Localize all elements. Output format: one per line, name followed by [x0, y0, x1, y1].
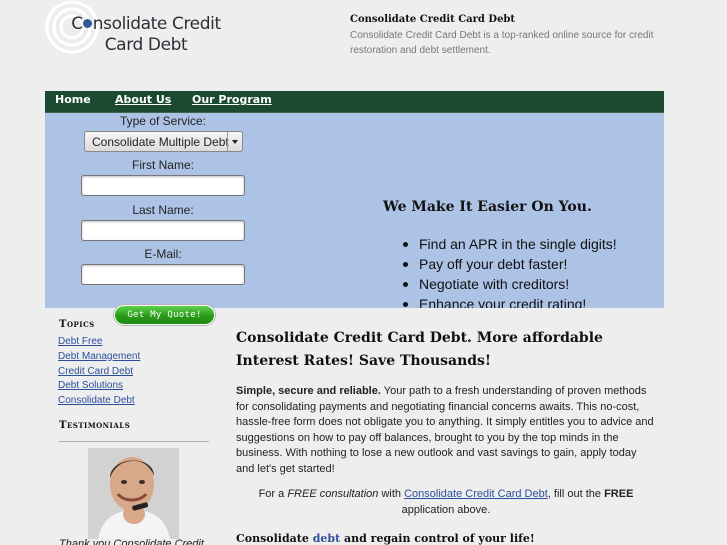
intro-text: Your path to a fresh understanding of pr…: [236, 385, 654, 475]
topic-link-debt-management[interactable]: Debt Management: [58, 351, 140, 362]
email-label: E-Mail:: [144, 247, 182, 261]
person-photo-icon: [88, 448, 179, 539]
intro-bold: Simple, secure and reliable.: [236, 385, 381, 397]
section-heading-text: Consolidate: [236, 532, 313, 545]
topics-list: Debt Free Debt Management Credit Card De…: [58, 335, 140, 409]
nav-our-program[interactable]: Our Program: [192, 93, 272, 106]
cta-link[interactable]: Consolidate Credit Card Debt: [404, 488, 548, 500]
benefit-item: Find an APR in the single digits!: [402, 234, 617, 254]
last-name-input[interactable]: [81, 220, 245, 241]
topic-link-debt-solutions[interactable]: Debt Solutions: [58, 380, 123, 391]
intro-paragraph: Simple, secure and reliable. Your path t…: [236, 384, 656, 477]
benefit-item: Negotiate with creditors!: [402, 274, 617, 294]
tagline-title: Consolidate Credit Card Debt: [350, 14, 516, 25]
cta-text: application above.: [401, 503, 491, 516]
hero-panel: Type of Service: Consolidate Multiple De…: [45, 113, 664, 312]
cta-text: For a: [258, 488, 288, 500]
consultation-cta: For a FREE consultation with Consolidate…: [236, 487, 656, 518]
service-type-select[interactable]: Consolidate Multiple Debt: [84, 131, 243, 152]
sidebar-divider: [59, 441, 209, 442]
hero-title: We Make It Easier On You.: [383, 199, 592, 215]
logo-dot-icon: [83, 19, 93, 28]
cta-text: with: [378, 488, 405, 500]
testimonial-caption: Thank you Consolidate Credit: [59, 538, 204, 545]
nav-home[interactable]: Home: [55, 93, 91, 106]
testimonial-photo: [88, 448, 179, 539]
nav-about-us[interactable]: About Us: [115, 93, 171, 106]
section-heading-text: and regain control of your life!: [340, 532, 535, 545]
testimonials-heading: Testimonials: [59, 420, 131, 431]
main-heading: Consolidate Credit Card Debt. More affor…: [236, 330, 603, 369]
site-logo[interactable]: Cnsolidate Credit Card Debt: [44, 0, 224, 62]
topic-link-credit-card-debt[interactable]: Credit Card Debt: [58, 366, 133, 377]
benefit-item: Pay off your debt faster!: [402, 254, 617, 274]
first-name-label: First Name:: [131, 158, 194, 172]
topic-link-debt-free[interactable]: Debt Free: [58, 336, 102, 347]
get-quote-button[interactable]: Get My Quote!: [114, 305, 215, 325]
service-type-label: Type of Service:: [119, 114, 207, 128]
cta-text: , fill out the: [547, 488, 605, 500]
chevron-down-icon: [227, 132, 242, 151]
service-type-value: Consolidate Multiple Debt: [92, 135, 229, 149]
email-input[interactable]: [81, 264, 245, 285]
tagline-text: Consolidate Credit Card Debt is a top-ra…: [350, 30, 654, 56]
first-name-input[interactable]: [81, 175, 245, 196]
cta-free-bold: FREE: [604, 488, 634, 500]
section-heading: Consolidate debt and regain control of y…: [236, 532, 535, 545]
debt-link[interactable]: debt: [313, 532, 340, 545]
site-tagline: Consolidate Credit Card Debt Consolidate…: [350, 14, 660, 58]
logo-text: Cnsolidate Credit Card Debt: [71, 14, 221, 55]
topic-link-consolidate-debt[interactable]: Consolidate Debt: [58, 395, 135, 406]
cta-free-italic: FREE consultation: [287, 488, 379, 500]
main-nav: Home About Us Our Program: [45, 91, 664, 113]
benefits-list: Find an APR in the single digits! Pay of…: [402, 234, 617, 314]
last-name-label: Last Name:: [132, 203, 194, 217]
topics-heading: Topics: [59, 319, 95, 330]
